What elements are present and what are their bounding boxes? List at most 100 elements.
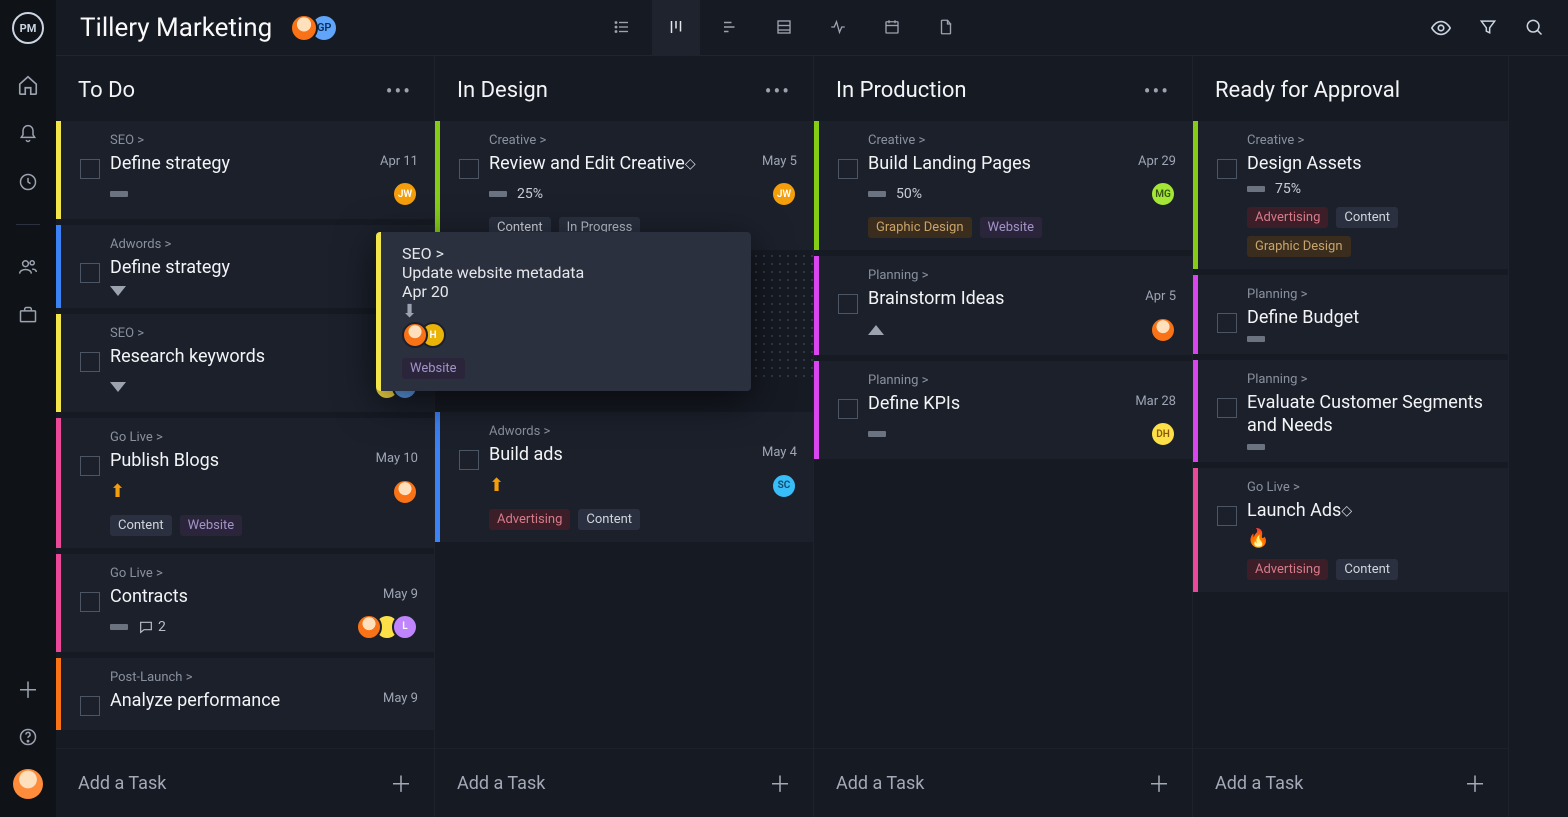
task-title: Define Budget [1247, 306, 1359, 329]
avatar[interactable]: DH [1150, 421, 1176, 447]
task-checkbox[interactable] [80, 263, 100, 283]
add-icon[interactable]: ＋ [17, 673, 39, 705]
activity-view-icon[interactable] [814, 0, 862, 56]
task-checkbox[interactable] [80, 592, 100, 612]
tag[interactable]: Website [402, 358, 465, 379]
avatar[interactable]: L [392, 614, 418, 640]
task-title: Contracts [110, 585, 188, 608]
task-assignees[interactable]: L [356, 614, 418, 640]
add-task-button[interactable]: Add a Task＋ [56, 748, 434, 817]
avatar[interactable] [1150, 317, 1176, 343]
task-assignees[interactable]: MG [1150, 181, 1176, 207]
task-card[interactable]: Planning >Evaluate Customer Segments and… [1193, 360, 1508, 462]
column-menu-icon[interactable]: ••• [386, 79, 412, 103]
logo[interactable]: PM [12, 12, 44, 44]
list-view-icon[interactable] [598, 0, 646, 56]
people-icon[interactable] [18, 257, 38, 277]
task-assignees[interactable]: SC [771, 473, 797, 499]
sidebar: PM ＋ [0, 0, 56, 817]
file-view-icon[interactable] [922, 0, 970, 56]
avatar[interactable] [392, 479, 418, 505]
add-task-label: Add a Task [1215, 773, 1303, 794]
avatar[interactable] [290, 14, 318, 42]
task-checkbox[interactable] [1217, 159, 1237, 179]
add-task-button[interactable]: Add a Task＋ [1193, 748, 1508, 817]
task-card[interactable]: Planning >Define Budget [1193, 275, 1508, 353]
task-assignees[interactable] [1150, 317, 1176, 343]
calendar-view-icon[interactable] [868, 0, 916, 56]
tag[interactable]: Graphic Design [868, 217, 972, 238]
task-checkbox[interactable] [838, 294, 858, 314]
bell-icon[interactable] [18, 124, 38, 144]
task-checkbox[interactable] [1217, 398, 1237, 418]
avatar[interactable] [356, 614, 382, 640]
avatar[interactable]: JW [771, 181, 797, 207]
column-menu-icon[interactable]: ••• [765, 79, 791, 103]
task-card[interactable]: Planning >Define KPIsMar 28DH [814, 361, 1192, 459]
task-tags: Advertising Content Graphic Design [1247, 207, 1492, 257]
avatar[interactable]: MG [1150, 181, 1176, 207]
avatar[interactable] [402, 322, 428, 348]
briefcase-icon[interactable] [18, 305, 38, 325]
task-progress: 75% [1275, 181, 1301, 197]
task-card[interactable]: Planning >Brainstorm IdeasApr 5 [814, 256, 1192, 354]
card-edge [56, 554, 61, 652]
task-assignees[interactable]: JW [392, 181, 418, 207]
task-checkbox[interactable] [80, 159, 100, 179]
task-checkbox[interactable] [80, 456, 100, 476]
avatar[interactable]: SC [771, 473, 797, 499]
search-icon[interactable] [1524, 17, 1544, 39]
task-checkbox[interactable] [838, 159, 858, 179]
task-card[interactable]: Creative >Design Assets75%AdvertisingCon… [1193, 121, 1508, 269]
task-checkbox[interactable] [459, 450, 479, 470]
task-assignees[interactable]: DH [1150, 421, 1176, 447]
tag[interactable]: Advertising [1247, 207, 1328, 228]
sheet-view-icon[interactable] [760, 0, 808, 56]
comments-icon[interactable]: 2 [138, 619, 166, 635]
task-card[interactable]: Adwords >Build adsMay 4⬆SCAdvertisingCon… [435, 412, 813, 541]
column-menu-icon[interactable]: ••• [1144, 79, 1170, 103]
task-card[interactable]: Creative >Review and Edit Creative ◇May … [435, 121, 813, 250]
task-title: Review and Edit Creative ◇ [489, 152, 696, 175]
tag[interactable]: Content [110, 515, 172, 536]
user-avatar[interactable] [13, 769, 43, 799]
task-card[interactable]: Go Live >ContractsMay 9 2L [56, 554, 434, 652]
task-title: Publish Blogs [110, 449, 219, 472]
help-icon[interactable] [18, 727, 38, 747]
task-checkbox[interactable] [80, 352, 100, 372]
task-checkbox[interactable] [1217, 506, 1237, 526]
add-task-button[interactable]: Add a Task＋ [435, 748, 813, 817]
task-card[interactable]: SEO >Define strategyApr 11JW [56, 121, 434, 219]
project-members[interactable]: GP [290, 14, 338, 42]
task-assignees[interactable] [392, 479, 418, 505]
visibility-icon[interactable] [1430, 17, 1452, 39]
task-card[interactable]: Post-Launch >Analyze performanceMay 9 [56, 658, 434, 730]
tag[interactable]: Content [1336, 559, 1398, 580]
tag[interactable]: Content [578, 509, 640, 530]
home-icon[interactable] [17, 74, 39, 96]
task-checkbox[interactable] [459, 159, 479, 179]
add-task-button[interactable]: Add a Task＋ [814, 748, 1192, 817]
dragging-card[interactable]: SEO > Update website metadata Apr 20 ⬇ H… [376, 232, 751, 391]
tag[interactable]: Website [180, 515, 243, 536]
clock-icon[interactable] [18, 172, 38, 192]
task-checkbox[interactable] [838, 399, 858, 419]
gantt-view-icon[interactable] [706, 0, 754, 56]
task-card[interactable]: Go Live >Launch Ads ◇🔥AdvertisingContent [1193, 468, 1508, 592]
tag[interactable]: Advertising [489, 509, 570, 530]
task-card[interactable]: Go Live >Publish BlogsMay 10⬆ContentWebs… [56, 418, 434, 547]
task-assignees[interactable]: JW [771, 181, 797, 207]
task-card[interactable]: Creative >Build Landing PagesApr 2950%MG… [814, 121, 1192, 250]
card-edge [1193, 468, 1198, 592]
task-checkbox[interactable] [80, 696, 100, 716]
task-checkbox[interactable] [1217, 313, 1237, 333]
tag[interactable]: Advertising [1247, 559, 1328, 580]
filter-icon[interactable] [1478, 17, 1498, 39]
tag[interactable]: Content [1336, 207, 1398, 228]
task-date: May 10 [376, 451, 418, 466]
task-tags: Advertising Content [1247, 559, 1492, 580]
tag[interactable]: Graphic Design [1247, 236, 1351, 257]
board-view-icon[interactable] [652, 0, 700, 56]
avatar[interactable]: JW [392, 181, 418, 207]
tag[interactable]: Website [980, 217, 1043, 238]
